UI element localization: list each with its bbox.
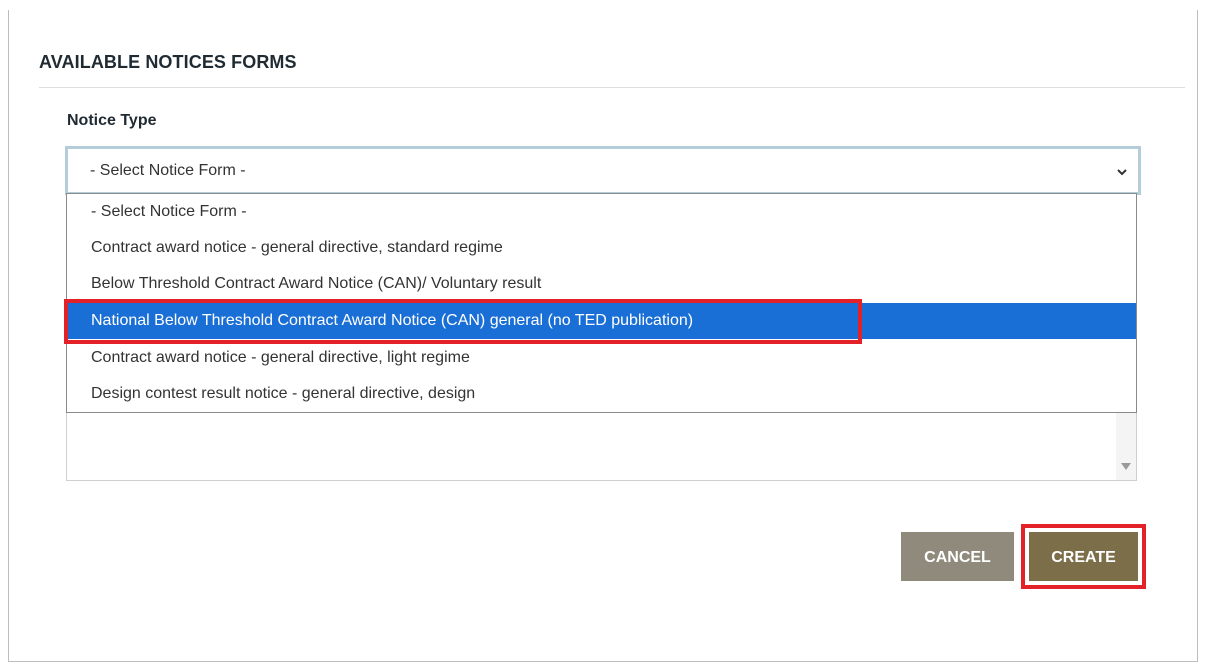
option-design-contest-result[interactable]: Design contest result notice - general d… <box>67 376 1136 412</box>
dialog-title: AVAILABLE NOTICES FORMS <box>39 52 297 72</box>
cancel-button[interactable]: CANCEL <box>901 532 1014 581</box>
title-divider <box>39 87 1185 88</box>
select-current-value: - Select Notice Form - <box>90 162 246 179</box>
scrollbar[interactable] <box>1116 413 1136 480</box>
option-select-notice-form[interactable]: - Select Notice Form - <box>67 194 1136 230</box>
scroll-down-icon[interactable] <box>1121 463 1131 470</box>
option-contract-award-standard[interactable]: Contract award notice - general directiv… <box>67 230 1136 266</box>
notice-type-select[interactable]: - Select Notice Form - <box>65 146 1141 195</box>
notice-type-label: Notice Type <box>67 112 157 129</box>
option-highlight-annotation <box>64 299 862 344</box>
create-button[interactable]: CREATE <box>1029 532 1138 581</box>
options-scroll-area <box>66 413 1137 481</box>
chevron-down-icon <box>1117 169 1127 176</box>
option-below-threshold-voluntary[interactable]: Below Threshold Contract Award Notice (C… <box>67 266 1136 302</box>
option-contract-award-light[interactable]: Contract award notice - general directiv… <box>67 340 1136 376</box>
